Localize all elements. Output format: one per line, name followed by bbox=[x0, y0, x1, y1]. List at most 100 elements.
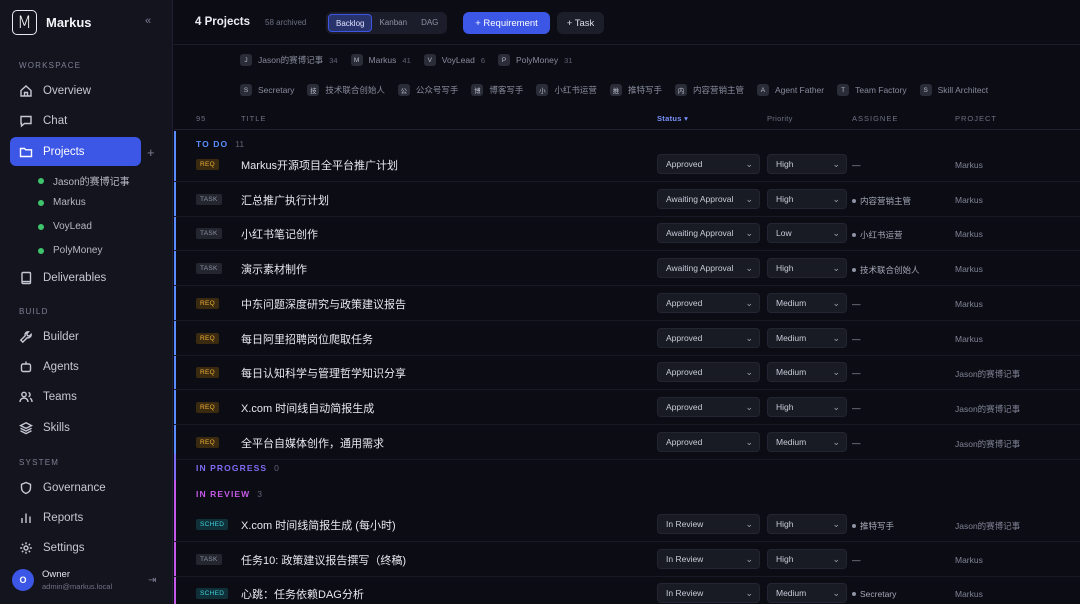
archived-link[interactable]: 58 archived bbox=[265, 18, 306, 27]
agent-filter-chip[interactable]: 博博客写手 bbox=[471, 84, 523, 96]
agent-filter-chip[interactable]: S Secretary bbox=[240, 84, 294, 96]
priority-select[interactable]: Medium ⌄ bbox=[767, 327, 847, 348]
priority-select[interactable]: Medium ⌄ bbox=[767, 431, 847, 452]
row-title[interactable]: X.com 时间线简报生成 (每小时) bbox=[241, 517, 396, 533]
assignee[interactable]: — bbox=[852, 299, 861, 309]
column-assignee[interactable]: ASSIGNEE bbox=[852, 114, 898, 123]
table-row[interactable]: TASK 演示素材制作 Awaiting Approval ⌄ High ⌄ 技术联合创始人… bbox=[174, 251, 1080, 287]
assignee[interactable]: Secretary bbox=[852, 589, 896, 599]
status-select[interactable]: Approved ⌄ bbox=[657, 154, 760, 174]
status-select[interactable]: Approved ⌄ bbox=[657, 292, 760, 313]
logout-icon[interactable]: ⇥ bbox=[148, 575, 156, 586]
status-select[interactable]: Awaiting Approval ⌄ bbox=[657, 188, 760, 209]
agent-filter-chip[interactable]: 公公众号写手 bbox=[397, 84, 458, 96]
view-tab-backlog[interactable]: Backlog bbox=[328, 14, 373, 32]
priority-select[interactable]: High ⌄ bbox=[767, 396, 847, 417]
row-title[interactable]: 汇总推广执行计划 bbox=[241, 192, 329, 208]
row-title[interactable]: X.com 时间线自动简报生成 bbox=[241, 400, 374, 416]
agent-filter-chip[interactable]: 推推特写手 bbox=[609, 84, 662, 96]
priority-select[interactable]: High ⌄ bbox=[767, 154, 847, 174]
table-row[interactable]: TASK 任务10: 政策建议报告撰写（终稿) In Review ⌄ High ⌄ — Ma… bbox=[174, 542, 1080, 577]
sidebar-project-voylead[interactable]: VoyLead bbox=[38, 221, 92, 232]
status-select[interactable]: Approved ⌄ bbox=[657, 327, 760, 348]
brand[interactable]: M Markus bbox=[12, 10, 92, 35]
status-select[interactable]: In Review ⌄ bbox=[657, 583, 760, 604]
agent-filter-chip[interactable]: 技技术联合创始人 bbox=[307, 84, 385, 96]
column-status-sort[interactable]: Status ▾ bbox=[657, 114, 688, 123]
group-header-inreview[interactable]: IN REVIEW 3 bbox=[196, 489, 262, 499]
assignee[interactable]: — bbox=[852, 334, 861, 344]
priority-select[interactable]: Low ⌄ bbox=[767, 223, 847, 244]
nav-builder[interactable]: Builder bbox=[10, 322, 141, 351]
column-project[interactable]: PROJECT bbox=[955, 114, 997, 123]
row-title[interactable]: 小红书笔记创作 bbox=[241, 226, 318, 242]
double-chevron-left-icon[interactable]: « bbox=[145, 15, 151, 27]
priority-select[interactable]: High ⌄ bbox=[767, 548, 847, 569]
status-select[interactable]: Approved ⌄ bbox=[657, 362, 760, 383]
priority-select[interactable]: Medium ⌄ bbox=[767, 583, 847, 604]
row-title[interactable]: 任务10: 政策建议报告撰写（终稿) bbox=[241, 552, 406, 568]
row-title[interactable]: Markus开源项目全平台推广计划 bbox=[241, 157, 398, 173]
row-title[interactable]: 每日阿里招聘岗位爬取任务 bbox=[241, 331, 373, 347]
agent-filter-chip[interactable]: A Agent Father bbox=[756, 84, 824, 96]
project-filter-chip[interactable]: P PolyMoney 31 bbox=[498, 54, 572, 66]
project-filter-chip[interactable]: J Jason的赛博记事 34 bbox=[240, 54, 338, 66]
nav-settings[interactable]: Settings bbox=[10, 533, 141, 562]
table-row[interactable]: SCHED 心跳：任务依赖DAG分析 In Review ⌄ Medium ⌄ Secret… bbox=[174, 576, 1080, 604]
add-task-button[interactable]: + Task bbox=[557, 12, 604, 34]
row-title[interactable]: 演示素材制作 bbox=[241, 261, 307, 277]
assignee[interactable]: — bbox=[852, 160, 861, 170]
assignee[interactable]: 技术联合创始人 bbox=[852, 264, 920, 276]
assignee[interactable]: — bbox=[852, 438, 861, 448]
project-filter-chip[interactable]: V VoyLead 6 bbox=[423, 54, 485, 66]
priority-select[interactable]: Medium ⌄ bbox=[767, 292, 847, 313]
project-filter-chip[interactable]: M Markus 41 bbox=[350, 54, 411, 66]
table-row[interactable]: REQ Markus开源项目全平台推广计划 Approved ⌄ High ⌄ — Marku… bbox=[174, 147, 1080, 182]
priority-select[interactable]: High ⌄ bbox=[767, 514, 847, 534]
status-select[interactable]: Approved ⌄ bbox=[657, 396, 760, 417]
agent-filter-chip[interactable]: S Skill Architect bbox=[919, 84, 988, 96]
view-tab-kanban[interactable]: Kanban bbox=[372, 14, 414, 32]
agent-filter-chip[interactable]: 小小红书运营 bbox=[536, 84, 597, 96]
nav-agents[interactable]: Agents bbox=[10, 352, 141, 381]
table-row[interactable]: REQ 全平台自媒体创作，通用需求 Approved ⌄ Medium ⌄ — Jason的赛… bbox=[174, 425, 1080, 460]
table-row[interactable]: SCHED X.com 时间线简报生成 (每小时) In Review ⌄ High ⌄ 推… bbox=[174, 507, 1080, 542]
row-title[interactable]: 每日认知科学与管理哲学知识分享 bbox=[241, 365, 406, 381]
add-requirement-button[interactable]: + Requirement bbox=[463, 12, 550, 34]
row-title[interactable]: 心跳：任务依赖DAG分析 bbox=[241, 586, 364, 602]
agent-filter-chip[interactable]: T Team Factory bbox=[837, 84, 907, 96]
priority-select[interactable]: High ⌄ bbox=[767, 188, 847, 209]
nav-overview[interactable]: Overview bbox=[10, 76, 141, 105]
column-priority[interactable]: Priority bbox=[767, 114, 793, 123]
nav-deliverables[interactable]: Deliverables bbox=[10, 263, 141, 292]
table-row[interactable]: REQ 中东问题深度研究与政策建议报告 Approved ⌄ Medium ⌄ — Marku… bbox=[174, 286, 1080, 321]
status-select[interactable]: Awaiting Approval ⌄ bbox=[657, 258, 760, 279]
nav-projects[interactable]: Projects bbox=[10, 137, 141, 166]
status-select[interactable]: Awaiting Approval ⌄ bbox=[657, 223, 760, 244]
user-profile[interactable]: O Owner admin@markus.local bbox=[12, 569, 112, 591]
assignee[interactable]: 内容营销主管 bbox=[852, 195, 911, 207]
table-row[interactable]: TASK 汇总推广执行计划 Awaiting Approval ⌄ High ⌄ 内容营销主… bbox=[174, 182, 1080, 217]
assignee[interactable]: — bbox=[852, 403, 861, 413]
nav-chat[interactable]: Chat bbox=[10, 106, 141, 135]
nav-teams[interactable]: Teams bbox=[10, 382, 141, 411]
assignee[interactable]: 推特写手 bbox=[852, 520, 894, 532]
row-title[interactable]: 中东问题深度研究与政策建议报告 bbox=[241, 296, 406, 312]
assignee[interactable]: 小红书运营 bbox=[852, 229, 903, 241]
status-select[interactable]: Approved ⌄ bbox=[657, 431, 760, 452]
nav-governance[interactable]: Governance bbox=[10, 473, 141, 502]
nav-reports[interactable]: Reports bbox=[10, 503, 141, 532]
sidebar-project-polymoney[interactable]: PolyMoney bbox=[38, 245, 102, 256]
sidebar-project-markus[interactable]: Markus bbox=[38, 197, 86, 208]
nav-skills[interactable]: Skills bbox=[10, 413, 141, 442]
status-select[interactable]: In Review ⌄ bbox=[657, 548, 760, 569]
table-row[interactable]: TASK 小红书笔记创作 Awaiting Approval ⌄ Low ⌄ 小红书运营 Ma… bbox=[174, 216, 1080, 252]
priority-select[interactable]: High ⌄ bbox=[767, 258, 847, 279]
view-tab-dag[interactable]: DAG bbox=[414, 14, 445, 32]
table-row[interactable]: REQ 每日阿里招聘岗位爬取任务 Approved ⌄ Medium ⌄ — Markus bbox=[174, 321, 1080, 356]
assignee[interactable]: — bbox=[852, 555, 861, 565]
priority-select[interactable]: Medium ⌄ bbox=[767, 362, 847, 383]
table-row[interactable]: REQ 每日认知科学与管理哲学知识分享 Approved ⌄ Medium ⌄ — Jason… bbox=[174, 355, 1080, 391]
column-title[interactable]: TITLE bbox=[241, 114, 266, 123]
status-select[interactable]: In Review ⌄ bbox=[657, 514, 760, 534]
